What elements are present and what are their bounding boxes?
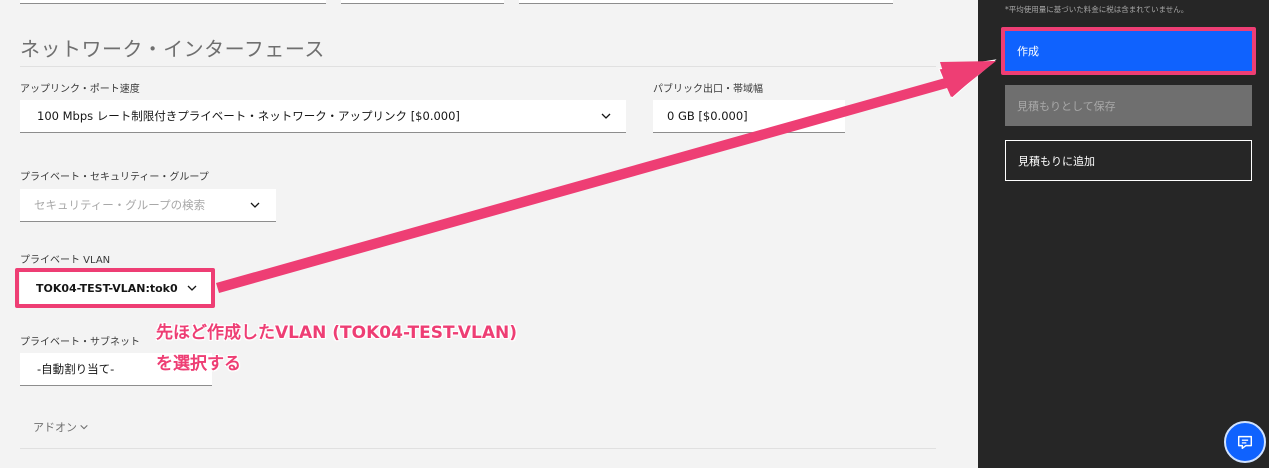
bandwidth-label: パブリック出口・帯域幅 [653,84,763,95]
private-subnet-value: -自動割り当て- [37,362,115,376]
uplink-select[interactable]: 100 Mbps レート制限付きプライベート・ネットワーク・アップリンク [$0… [20,100,626,133]
security-group-placeholder: セキュリティー・グループの検索 [34,198,206,212]
uplink-value: 100 Mbps レート制限付きプライベート・ネットワーク・アップリンク [$0… [37,109,460,123]
create-highlight-box [1001,27,1256,75]
section-divider-bottom [20,448,936,449]
section-title: ネットワーク・インターフェース [20,37,325,61]
security-group-search[interactable]: セキュリティー・グループの検索 [20,189,276,222]
uplink-label: アップリンク・ポート速度 [20,84,140,95]
chevron-down-icon [820,113,830,119]
previous-field-3[interactable] [519,0,893,4]
bandwidth-select[interactable]: 0 GB [$0.000] [653,100,845,133]
previous-field-1[interactable] [20,0,326,4]
annotation-line-1: 先ほど作成したVLAN (TOK04-TEST-VLAN) [156,323,518,343]
tax-note: *平均使用量に基づいた料金に税は含まれていません。 [1005,5,1189,14]
annotation-text: 先ほど作成したVLAN (TOK04-TEST-VLAN) を選択する [156,318,517,380]
private-subnet-label: プライベート・サブネット [20,337,140,348]
previous-fields [0,0,978,4]
bandwidth-value: 0 GB [$0.000] [667,109,748,123]
chat-icon [1237,435,1253,450]
main-panel: ネットワーク・インターフェース アップリンク・ポート速度 100 Mbps レー… [0,0,978,468]
addon-toggle[interactable]: アドオン [33,419,89,435]
chevron-down-icon [250,202,260,208]
security-group-label: プライベート・セキュリティー・グループ [20,172,209,183]
chat-button[interactable] [1224,421,1266,463]
private-vlan-label: プライベート VLAN [20,255,111,266]
previous-field-2[interactable] [341,0,504,4]
annotation-line-2: を選択する [156,354,241,374]
add-to-estimate-button[interactable]: 見積もりに追加 [1005,140,1252,181]
save-estimate-button[interactable]: 見積もりとして保存 [1005,85,1252,126]
section-divider [20,66,936,67]
addon-label: アドオン [33,421,77,434]
vlan-highlight-box [15,268,215,308]
chevron-down-icon [80,424,88,430]
chevron-down-icon [601,113,611,119]
